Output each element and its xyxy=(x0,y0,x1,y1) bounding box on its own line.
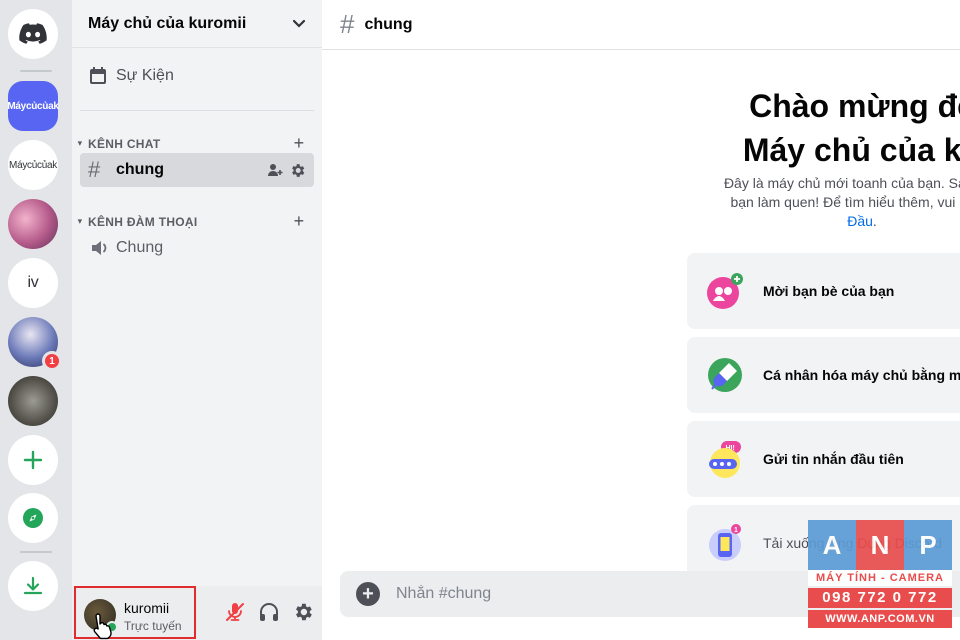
card-label: Mời bạn bè của bạn xyxy=(763,283,895,299)
server-icon[interactable]: Máycủcủak xyxy=(8,140,58,190)
desc-line-2: bạn làm quen! Để tìm hiểu thêm, vui lòng… xyxy=(730,194,960,210)
desc-end: . xyxy=(872,213,877,229)
watermark-tiles: A N P xyxy=(808,520,952,570)
card-invite-friends[interactable]: Mời bạn bè của bạn xyxy=(687,253,960,329)
watermark-website: WWW.ANP.COM.VN xyxy=(808,610,952,628)
desc-line-1: Đây là máy chủ mới toanh của bạn. Sau đâ… xyxy=(723,175,960,191)
hash-icon: # xyxy=(88,157,101,182)
add-member-icon[interactable] xyxy=(267,162,283,178)
user-settings-gear-icon[interactable] xyxy=(292,601,314,623)
attach-plus-icon[interactable]: + xyxy=(356,582,380,606)
category-voice-channels[interactable]: ▾ KÊNH ĐÀM THOẠI + xyxy=(74,211,308,232)
rail-separator xyxy=(20,70,52,72)
events-item[interactable]: Sự Kiện xyxy=(88,66,174,86)
server-icon-cat[interactable] xyxy=(8,376,58,426)
category-text-channels[interactable]: ▾ KÊNH CHAT + xyxy=(74,133,308,154)
message-input[interactable] xyxy=(396,585,796,603)
server-icon-anime-pink[interactable] xyxy=(8,199,58,249)
discord-logo-icon xyxy=(19,23,47,44)
create-channel-icon[interactable]: + xyxy=(290,211,308,232)
chat-bubble-icon: HI! xyxy=(709,441,741,478)
download-icon xyxy=(23,576,43,595)
server-rail: Máycủcủak Máycủcủak iv 1 xyxy=(0,0,72,640)
watermark-subtitle: MÁY TÍNH - CAMERA xyxy=(808,570,952,586)
phone-icon: 1 xyxy=(709,524,741,561)
getting-started-link[interactable]: Đầu xyxy=(847,213,873,229)
guild-header[interactable]: Máy chủ của kuromii xyxy=(72,0,322,48)
channel-title: chung xyxy=(364,15,413,33)
card-label: Gửi tin nhắn đầu tiên xyxy=(763,451,904,467)
channel-name: chung xyxy=(116,161,164,178)
user-status: Trực tuyến xyxy=(124,619,182,633)
category-label: KÊNH ĐÀM THOẠI xyxy=(88,214,198,229)
channel-name: Chung xyxy=(116,239,164,256)
card-personalize-server[interactable]: Cá nhân hóa máy chủ bằng một xyxy=(687,337,960,413)
guild-name: Máy chủ của kuromii xyxy=(88,14,247,32)
invite-friends-icon xyxy=(707,273,743,309)
welcome-heading: Chào mừng đế Máy chủ của ku xyxy=(662,84,960,172)
create-channel-icon[interactable]: + xyxy=(290,133,308,154)
chevron-down-icon: ▾ xyxy=(77,216,83,226)
welcome-line-2: Máy chủ của ku xyxy=(742,132,960,168)
hash-icon: # xyxy=(340,9,355,39)
paintbrush-icon xyxy=(708,358,742,392)
server-icon-iv[interactable]: iv xyxy=(8,258,58,308)
watermark-phone: 098 772 0 772 xyxy=(808,588,952,608)
card-label: Cá nhân hóa máy chủ bằng một xyxy=(763,367,960,383)
mic-muted-icon[interactable] xyxy=(224,601,246,623)
server-abbrev: iv xyxy=(27,274,39,291)
category-label: KÊNH CHAT xyxy=(88,136,161,151)
user-controls xyxy=(224,601,314,623)
chevron-down-icon: ▾ xyxy=(77,138,83,148)
anp-watermark: A N P MÁY TÍNH - CAMERA 098 772 0 772 WW… xyxy=(808,520,952,632)
channel-item-voice-chung[interactable]: Chung xyxy=(80,231,314,265)
notification-badge: 1 xyxy=(42,351,62,371)
add-server-button[interactable] xyxy=(8,435,58,485)
channel-header: # chung xyxy=(322,0,960,50)
watermark-letter: N xyxy=(856,520,904,570)
channel-item-chung[interactable]: # chung xyxy=(80,153,314,187)
server-icon-anime-blue[interactable]: 1 xyxy=(8,317,62,371)
explore-servers-button[interactable] xyxy=(8,493,58,543)
plus-icon xyxy=(23,450,43,470)
hand-cursor-icon xyxy=(93,613,112,640)
events-label: Sự Kiện xyxy=(116,67,174,84)
watermark-letter: A xyxy=(808,520,856,570)
svg-text:1: 1 xyxy=(734,527,738,534)
gear-icon[interactable] xyxy=(289,162,306,179)
card-send-first-message[interactable]: HI! Gửi tin nhắn đầu tiên xyxy=(687,421,960,497)
watermark-letter: P xyxy=(904,520,952,570)
server-abbrev: Máycủcủak xyxy=(7,100,59,112)
sidebar-separator xyxy=(80,110,314,111)
compass-icon xyxy=(23,508,43,528)
download-apps-button[interactable] xyxy=(8,561,58,611)
rail-separator xyxy=(20,551,52,553)
chevron-down-icon xyxy=(292,19,306,28)
username: kuromii xyxy=(124,600,170,616)
welcome-description: Đây là máy chủ mới toanh của bạn. Sau đâ… xyxy=(662,174,960,231)
channel-sidebar: Máy chủ của kuromii Sự Kiện ▾ KÊNH CHAT … xyxy=(72,0,322,640)
headphones-icon[interactable] xyxy=(258,601,280,623)
welcome-line-1: Chào mừng đế xyxy=(749,88,960,124)
server-abbrev: Máycủcủak xyxy=(9,159,57,171)
calendar-icon xyxy=(90,67,106,84)
server-icon-active[interactable]: Máycủcủak xyxy=(7,81,59,131)
speaker-icon xyxy=(92,241,107,255)
discord-home-button[interactable] xyxy=(8,9,58,59)
